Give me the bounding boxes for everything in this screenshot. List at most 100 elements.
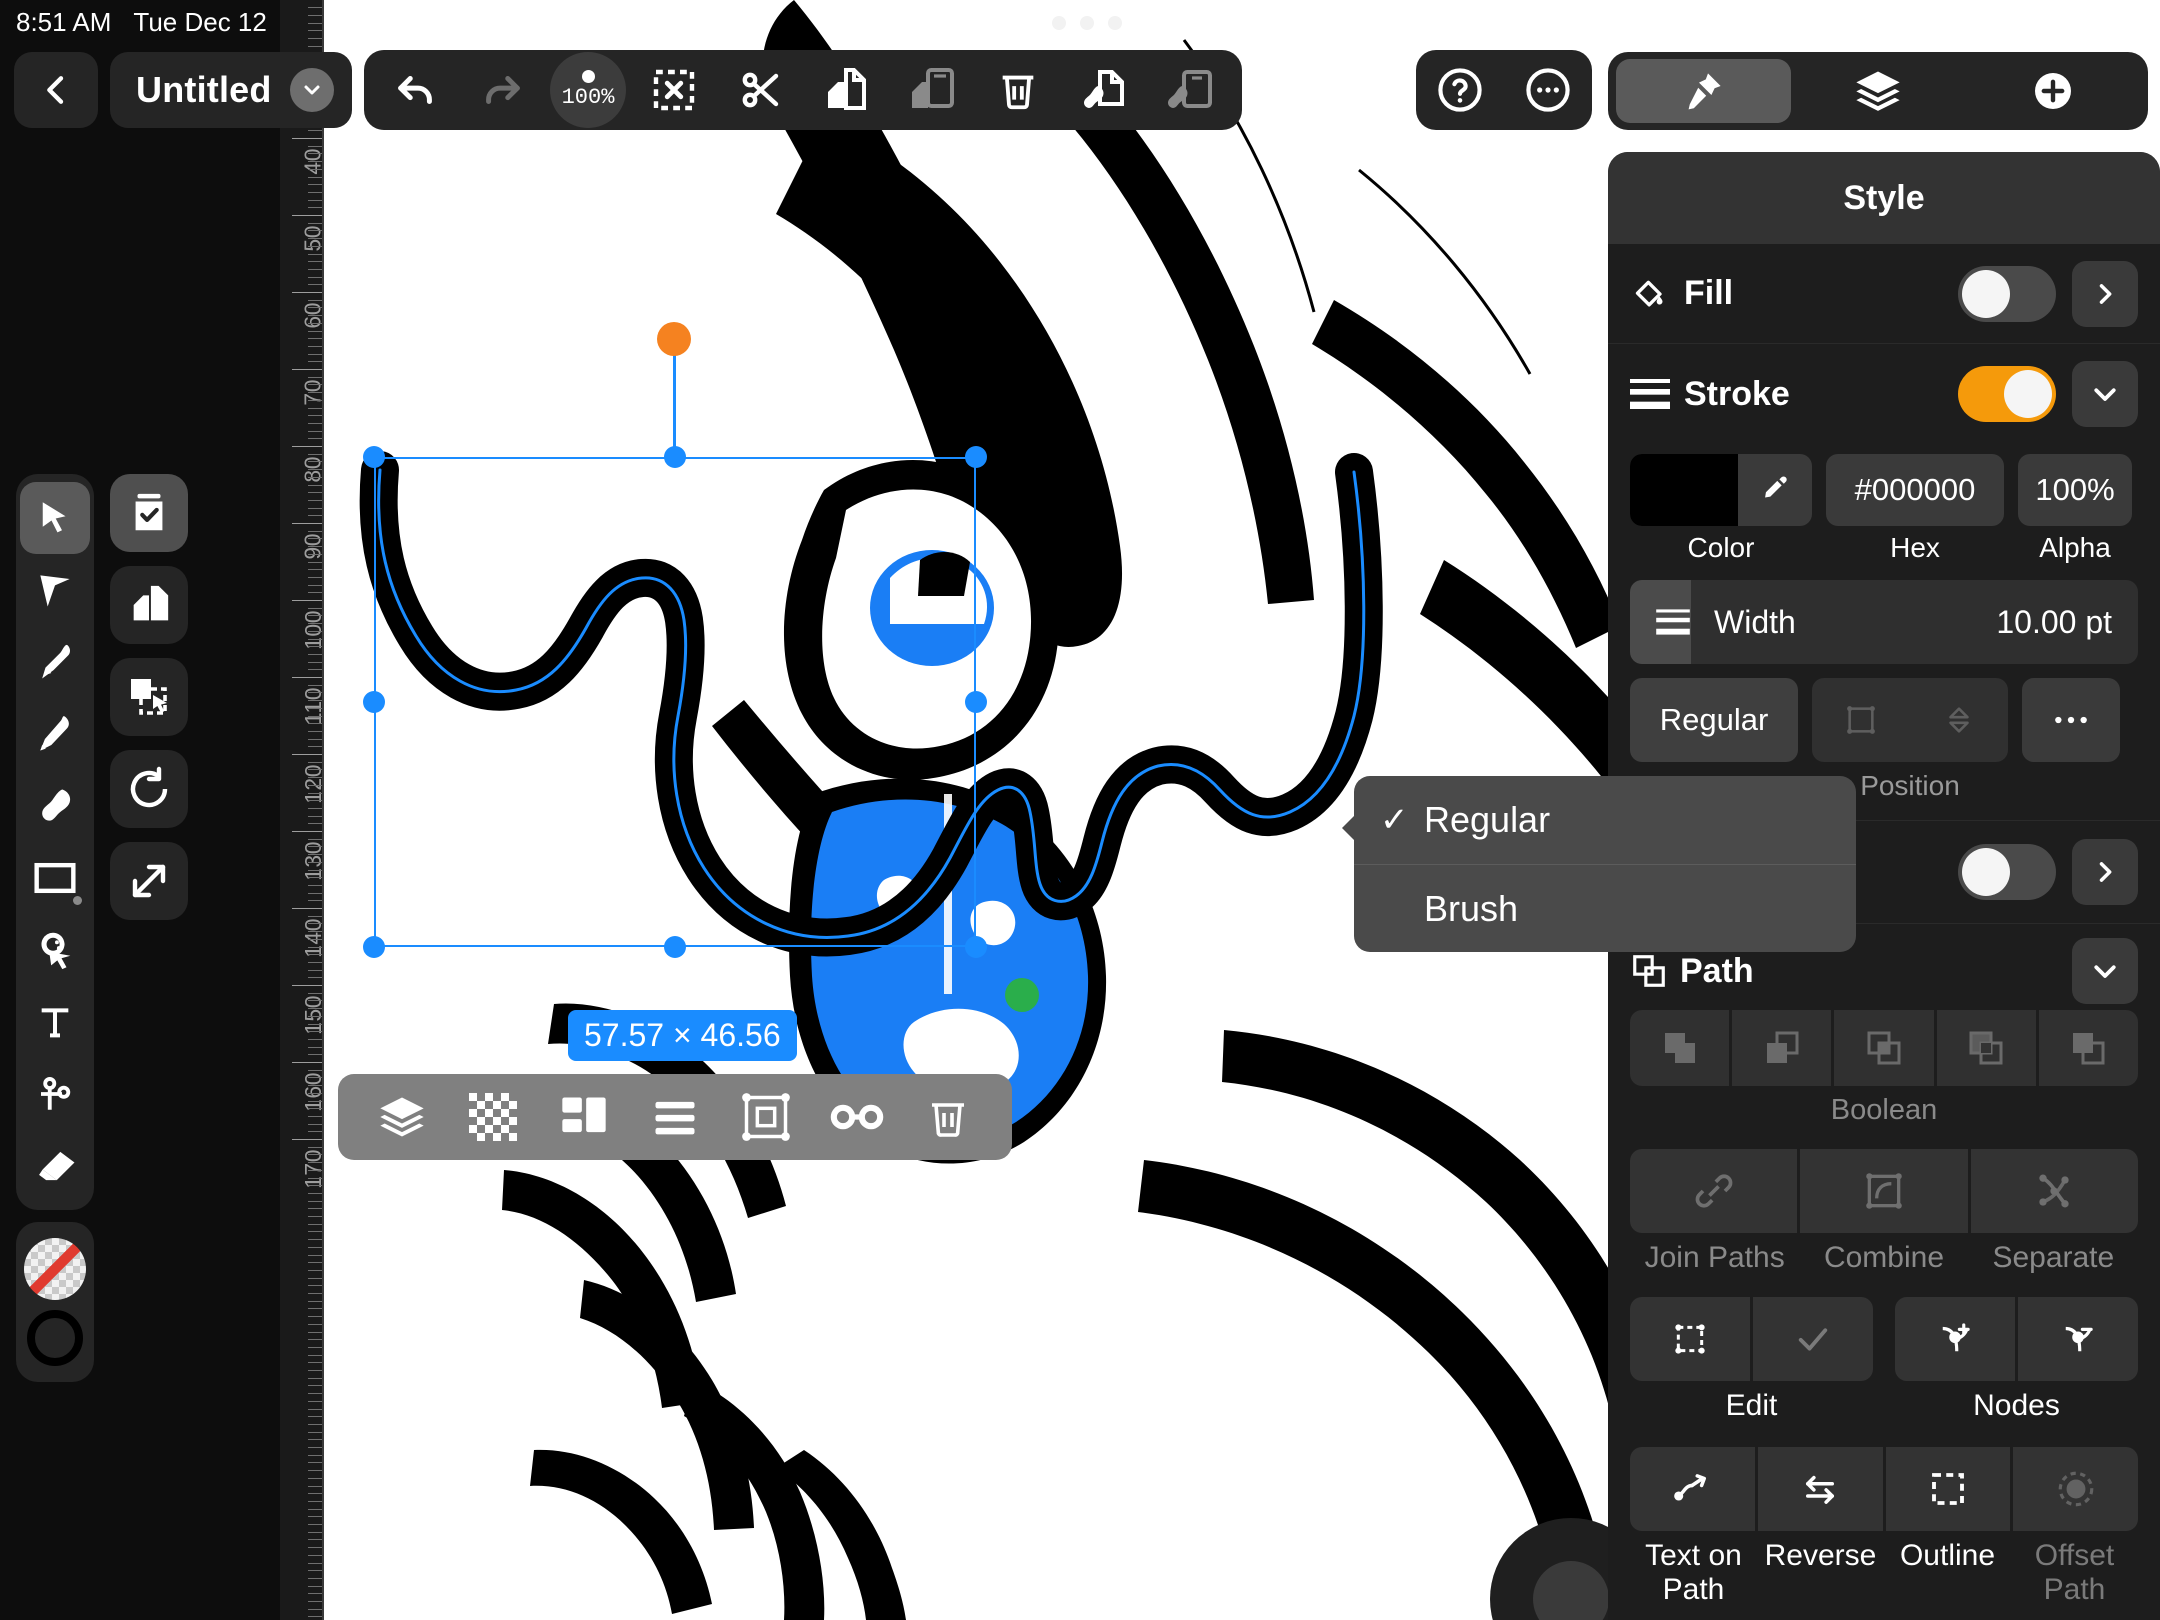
checkerboard-icon[interactable] (457, 1081, 529, 1153)
style-tab[interactable] (1616, 59, 1791, 123)
copy-button[interactable] (808, 56, 884, 124)
add-tab[interactable] (1965, 59, 2140, 123)
knife-tool[interactable] (20, 1058, 90, 1130)
handle-top-right[interactable] (965, 446, 987, 468)
handle-bottom-right[interactable] (965, 936, 987, 958)
send-to-device-button[interactable] (1152, 56, 1228, 124)
vertical-ruler[interactable]: 40 50 60 70 80 90 100 110 120 130 140 150 160 170 (280, 0, 326, 1620)
pen-tool[interactable] (20, 626, 90, 698)
help-button[interactable] (1422, 56, 1498, 124)
more-options-button[interactable] (1510, 56, 1586, 124)
stroke-type-menu[interactable]: ✓ Regular Brush (1354, 776, 1856, 952)
add-node-button[interactable] (1895, 1297, 2015, 1381)
edit-group[interactable] (1630, 1297, 1873, 1381)
edit-bounds-button[interactable] (1630, 1297, 1750, 1381)
select-tool[interactable] (20, 482, 90, 554)
boolean-divide-button[interactable] (2038, 1010, 2139, 1086)
group-frame-icon[interactable] (730, 1081, 802, 1153)
fill-disclosure-button[interactable] (2072, 260, 2138, 327)
stroke-style-row[interactable]: Regular (1608, 664, 2160, 762)
stroke-more-button[interactable] (2022, 678, 2120, 762)
stroke-type-button[interactable]: Regular (1630, 678, 1798, 762)
effects-toggle[interactable] (1958, 844, 2056, 900)
stroke-disclosure-button[interactable] (2072, 361, 2138, 427)
swatch-column[interactable] (16, 1222, 94, 1382)
stroke-color-cell[interactable] (1630, 454, 1812, 526)
stroke-color-row[interactable]: #000000 100% (1608, 444, 2160, 526)
text-on-path-button[interactable] (1630, 1447, 1755, 1531)
stroke-width-slider[interactable]: Width 10.00 pt (1630, 580, 2138, 664)
deselect-button[interactable] (636, 56, 712, 124)
handle-mid-right[interactable] (965, 691, 987, 713)
stroke-row[interactable]: Stroke (1608, 344, 2160, 444)
boolean-difference-button[interactable] (1936, 1010, 2036, 1086)
no-fill-swatch[interactable] (24, 1238, 86, 1300)
pencil-tool[interactable] (20, 698, 90, 770)
edit-nodes-row[interactable] (1630, 1297, 2138, 1381)
selection-bounding-box[interactable] (374, 457, 976, 947)
scale-tool[interactable] (110, 842, 188, 920)
brush-tool[interactable] (20, 770, 90, 842)
duplicate-to-document-button[interactable] (1066, 56, 1142, 124)
right-panel-tabbar[interactable] (1608, 52, 2148, 130)
transform-select-tool[interactable] (110, 658, 188, 736)
menu-item-regular[interactable]: ✓ Regular (1354, 776, 1856, 864)
node-tool[interactable] (20, 554, 90, 626)
selection-context-toolbar[interactable] (338, 1074, 1012, 1160)
stroke-alpha-field[interactable]: 100% (2018, 454, 2132, 526)
handle-top-center[interactable] (664, 446, 686, 468)
boolean-intersect-button[interactable] (1834, 1010, 1934, 1086)
shape-tool[interactable] (20, 842, 90, 914)
select-all-tool[interactable] (110, 474, 188, 552)
boolean-operations-row[interactable] (1630, 1010, 2139, 1086)
boolean-subtract-button[interactable] (1732, 1010, 1832, 1086)
remove-node-button[interactable] (2018, 1297, 2138, 1381)
help-group[interactable] (1416, 50, 1592, 130)
layers-stack-icon[interactable] (366, 1081, 438, 1153)
outline-path-button[interactable] (1885, 1447, 2011, 1531)
mask-glasses-icon[interactable] (821, 1081, 893, 1153)
boolean-union-button[interactable] (1630, 1010, 1730, 1086)
rotate-handle[interactable] (657, 322, 691, 356)
stroke-toggle[interactable] (1958, 366, 2056, 422)
stroke-hex-field[interactable]: #000000 (1826, 454, 2004, 526)
menu-item-brush[interactable]: Brush (1354, 864, 1856, 952)
eraser-tool[interactable] (20, 1130, 90, 1202)
handle-mid-left[interactable] (363, 691, 385, 713)
handle-top-left[interactable] (363, 446, 385, 468)
handle-bottom-left[interactable] (363, 936, 385, 958)
reverse-path-button[interactable] (1757, 1447, 1883, 1531)
fill-tool[interactable] (20, 914, 90, 986)
path-extras-row[interactable] (1630, 1447, 2138, 1531)
text-tool[interactable] (20, 986, 90, 1058)
anchor-handle[interactable] (1005, 978, 1039, 1012)
primary-tool-column[interactable] (16, 474, 94, 1210)
stroke-color-swatch-preview[interactable] (1630, 454, 1738, 526)
stroke-color-swatch[interactable] (27, 1310, 83, 1366)
panel-drag-dots[interactable] (1052, 16, 1122, 30)
redo-button[interactable] (464, 56, 540, 124)
cut-button[interactable] (722, 56, 798, 124)
trash-icon[interactable] (912, 1081, 984, 1153)
position-inside-button[interactable] (1910, 678, 2008, 762)
zoom-level-indicator[interactable]: 100% (550, 52, 626, 128)
separate-button[interactable] (1970, 1149, 2138, 1233)
layers-tab[interactable] (1791, 59, 1966, 123)
delete-button[interactable] (980, 56, 1056, 124)
fill-row[interactable]: Fill (1608, 244, 2160, 344)
duplicate-tool[interactable] (110, 566, 188, 644)
handle-bottom-center[interactable] (664, 936, 686, 958)
join-paths-button[interactable] (1630, 1149, 1798, 1233)
combine-button[interactable] (1800, 1149, 1968, 1233)
align-blocks-icon[interactable] (548, 1081, 620, 1153)
back-button[interactable] (14, 52, 98, 128)
edit-confirm-button[interactable] (1753, 1297, 1873, 1381)
path-operations-row[interactable] (1630, 1149, 2138, 1233)
stroke-position-group[interactable] (1812, 678, 2008, 762)
offset-path-button[interactable] (2013, 1447, 2138, 1531)
nodes-group[interactable] (1895, 1297, 2138, 1381)
paste-button[interactable] (894, 56, 970, 124)
document-title-button[interactable]: Untitled (110, 52, 352, 128)
rotate-tool[interactable] (110, 750, 188, 828)
chevron-down-icon[interactable] (289, 68, 334, 112)
